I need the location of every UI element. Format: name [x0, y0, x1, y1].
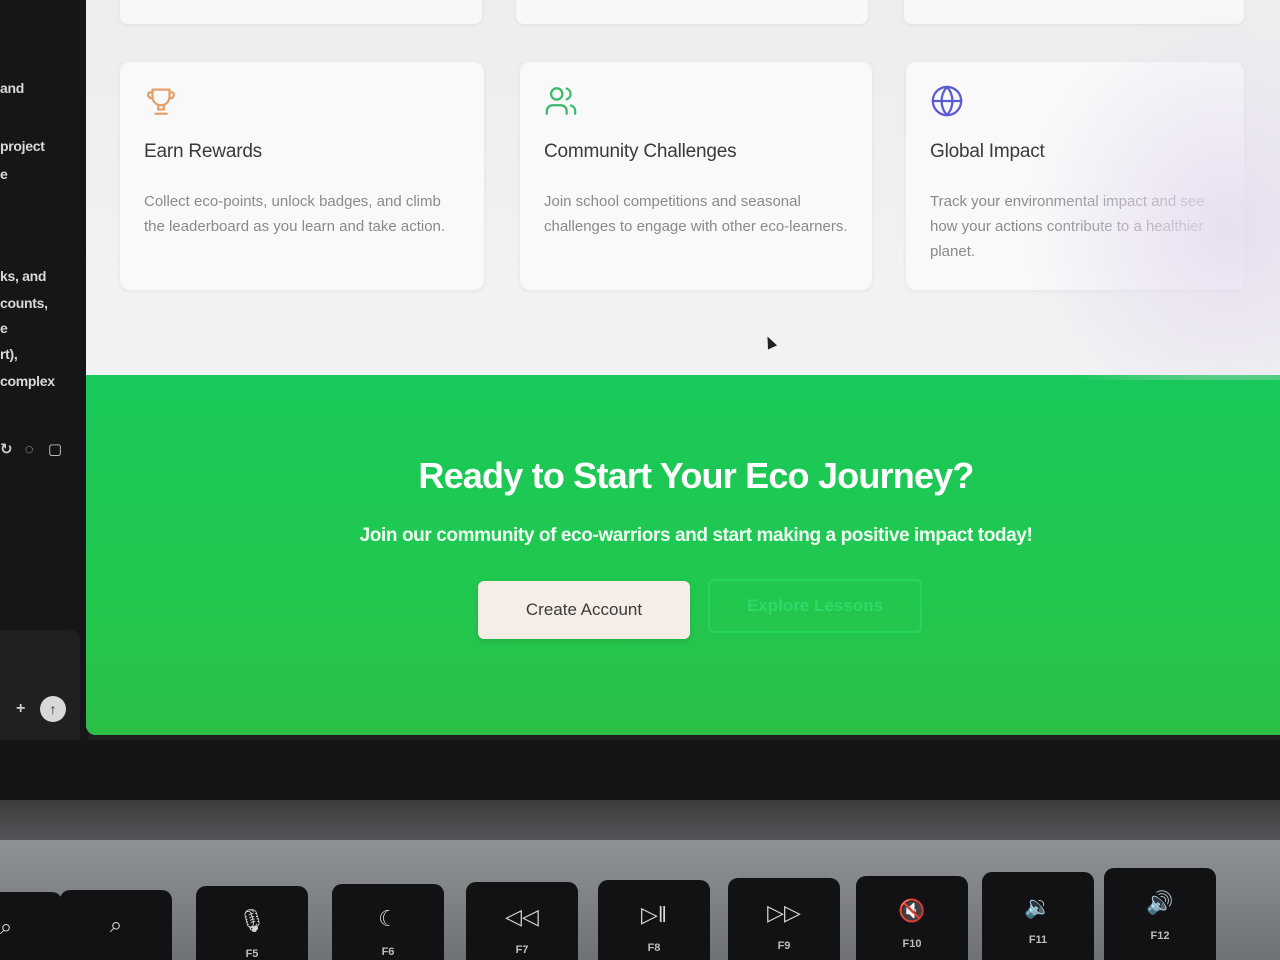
trophy-icon: [147, 88, 175, 115]
feature-description: Track your environmental impact and see …: [930, 193, 1205, 260]
key-label: F5: [245, 948, 259, 960]
keyboard-key: ⌕: [0, 892, 62, 960]
feature-description: Join school competitions and seasonal ch…: [544, 193, 848, 235]
key-symbol: ☾: [378, 906, 398, 931]
key-symbol: 🔇: [898, 898, 926, 923]
feature-card-global-impact: Global Impact Track your environmental i…: [906, 62, 1244, 290]
keyboard-key: ⌕: [60, 890, 172, 960]
thumbs-down-icon[interactable]: ◌: [25, 441, 34, 458]
keyboard-key: ☾ F6: [332, 884, 444, 960]
key-symbol: ◁◁: [505, 904, 539, 929]
keyboard-key: 🎙 F5: [196, 886, 308, 960]
key-label: F7: [515, 944, 529, 956]
key-symbol: ⌕: [109, 912, 123, 937]
sidebar-fragment: e: [0, 166, 8, 182]
keyboard-key: 🔊 F12: [1104, 868, 1216, 960]
cta-heading: Ready to Start Your Eco Journey?: [418, 455, 974, 496]
sidebar-fragment: complex: [0, 373, 55, 389]
key-label: F10: [902, 938, 922, 950]
key-symbol: 🔉: [1024, 894, 1052, 919]
feature-title: Global Impact: [930, 141, 1045, 162]
plus-icon[interactable]: +: [16, 700, 25, 718]
key-label: F6: [381, 946, 395, 958]
cta-subheading: Join our community of eco-warriors and s…: [359, 525, 1033, 546]
sidebar-fragment: and: [0, 80, 24, 96]
sidebar-fragment: e: [0, 320, 8, 336]
keyboard: ⌕ ⌕ 🎙 F5 ☾ F6 ◁◁ F7 ▷‖ F8 ▷▷ F9 🔇 F10 🔉 …: [0, 840, 1280, 960]
chat-input-area[interactable]: [0, 630, 80, 740]
keyboard-key: 🔉 F11: [982, 872, 1094, 960]
message-actions: ↻ ◌ ▢: [0, 440, 62, 458]
key-symbol: 🎙: [238, 908, 266, 933]
feature-title: Community Challenges: [544, 141, 737, 162]
key-label: F8: [647, 942, 661, 954]
key-label: F9: [777, 940, 791, 952]
create-account-button[interactable]: Create Account: [478, 581, 690, 639]
photo-scene: and project e ks, and counts, e rt), com…: [0, 0, 1280, 960]
key-label: F12: [1150, 930, 1170, 942]
key-label: F11: [1028, 934, 1048, 946]
key-symbol: ⌕: [0, 914, 13, 939]
feature-card-partial: [904, 0, 1244, 24]
web-page: Earn Rewards Collect eco-points, unlock …: [86, 0, 1280, 735]
globe-icon: [931, 85, 963, 117]
users-icon: [545, 87, 577, 115]
key-symbol: ▷‖: [640, 902, 667, 927]
keyboard-key: ▷‖ F8: [598, 880, 710, 960]
sync-icon[interactable]: ↻: [0, 441, 13, 458]
send-button[interactable]: ↑: [40, 696, 66, 722]
feature-card-community-challenges: Community Challenges Join school competi…: [520, 62, 872, 290]
chat-sidebar: and project e ks, and counts, e rt), com…: [0, 0, 88, 740]
cta-section: Ready to Start Your Eco Journey? Join ou…: [86, 375, 1280, 735]
sidebar-fragment: ks, and: [0, 268, 47, 284]
explore-lessons-button[interactable]: Explore Lessons: [708, 579, 922, 633]
key-symbol: ▷▷: [767, 900, 801, 925]
feature-card-partial: [120, 0, 482, 24]
copy-icon[interactable]: ▢: [48, 441, 62, 458]
feature-card-partial: [516, 0, 868, 24]
key-symbol: 🔊: [1146, 890, 1174, 915]
sidebar-fragment: counts,: [0, 295, 48, 311]
mouse-cursor-icon: [762, 334, 778, 350]
keyboard-key: ◁◁ F7: [466, 882, 578, 960]
feature-card-earn-rewards: Earn Rewards Collect eco-points, unlock …: [120, 62, 484, 290]
feature-title: Earn Rewards: [144, 141, 262, 162]
feature-description: Collect eco-points, unlock badges, and c…: [144, 193, 446, 235]
keyboard-key: ▷▷ F9: [728, 878, 840, 960]
keyboard-key: 🔇 F10: [856, 876, 968, 960]
sidebar-fragment: project: [0, 138, 45, 154]
sidebar-fragment: rt),: [0, 346, 18, 362]
